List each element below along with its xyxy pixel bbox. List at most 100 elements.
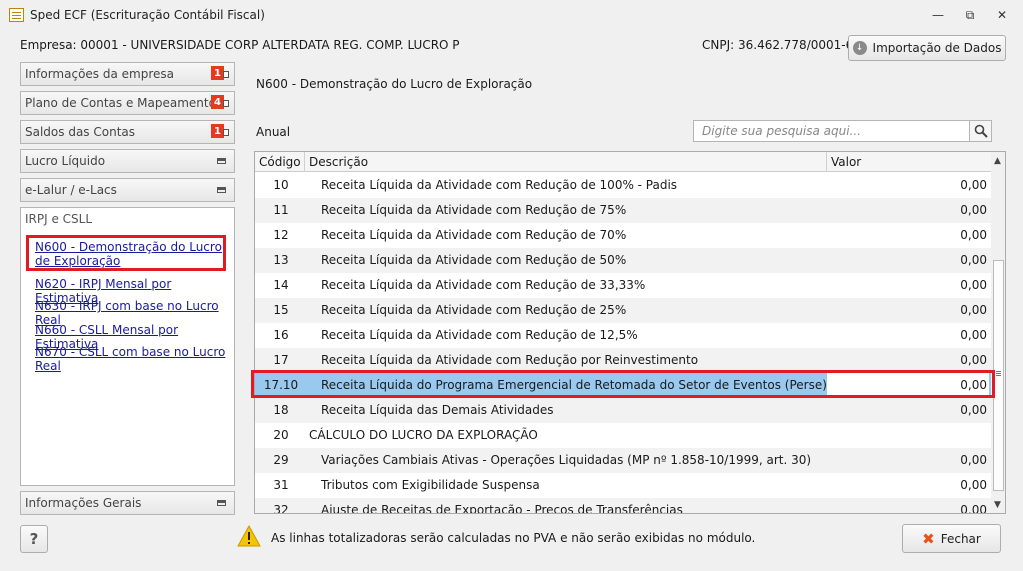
close-icon[interactable]: ✕ xyxy=(991,6,1013,24)
table-row[interactable]: 18 Receita Líquida das Demais Atividades 0… xyxy=(255,398,991,423)
cell-code: 32 xyxy=(273,503,289,514)
table-row[interactable]: 29 Variações Cambiais Ativas - Operações … xyxy=(255,448,991,473)
period-label: Anual xyxy=(256,125,291,139)
table-row[interactable]: 31 Tributos com Exigibilidade Suspensa 0,0… xyxy=(255,473,991,498)
help-button[interactable]: ? xyxy=(20,525,48,553)
close-label: Fechar xyxy=(940,531,981,546)
restore-icon[interactable]: ⧉ xyxy=(959,6,981,24)
cell-code: 29 xyxy=(273,453,289,467)
table-row[interactable]: 16 Receita Líquida da Atividade com Reduç… xyxy=(255,323,991,348)
collapse-icon xyxy=(217,158,226,164)
close-button[interactable]: ✖ Fechar xyxy=(902,524,1001,553)
expand-icon xyxy=(223,100,229,107)
cell-value[interactable]: 0,00 xyxy=(827,323,989,348)
section-title: N600 - Demonstração do Lucro de Exploraç… xyxy=(256,77,533,91)
search-input[interactable]: Digite sua pesquisa aqui... xyxy=(693,120,970,142)
panel-title: IRPJ e CSLL xyxy=(25,212,93,226)
table-row[interactable]: 13 Receita Líquida da Atividade com Reduç… xyxy=(255,248,991,273)
table-row[interactable]: 15 Receita Líquida da Atividade com Reduç… xyxy=(255,298,991,323)
cell-desc: Receita Líquida da Atividade com Redução… xyxy=(321,328,638,342)
cell-code: 13 xyxy=(273,253,289,267)
scroll-up-icon[interactable]: ▲ xyxy=(994,156,1001,166)
table-row[interactable]: 20 CÁLCULO DO LUCRO DA EXPLORAÇÃO xyxy=(255,423,991,448)
table-row[interactable]: 11 Receita Líquida da Atividade com Reduç… xyxy=(255,198,991,223)
scroll-down-icon[interactable]: ▼ xyxy=(994,500,1001,510)
window-title: Sped ECF (Escrituração Contábil Fiscal) xyxy=(30,8,265,22)
expand-icon xyxy=(223,71,229,78)
cell-code: 20 xyxy=(273,428,289,442)
title-bar: Sped ECF (Escrituração Contábil Fiscal) … xyxy=(0,0,1023,30)
import-data-label: Importação de Dados xyxy=(872,41,1002,55)
cell-desc: Variações Cambiais Ativas - Operações Li… xyxy=(321,453,812,467)
cell-value[interactable]: 0,00 xyxy=(827,298,989,323)
cell-desc: Receita Líquida da Atividade com Redução… xyxy=(321,278,646,292)
sidebar-item-label: Informações da empresa xyxy=(25,67,174,81)
sidebar-item-label: Informações Gerais xyxy=(25,496,142,510)
cell-value[interactable]: 0,00 xyxy=(827,473,989,498)
cell-desc: Receita Líquida da Atividade com Redução… xyxy=(321,253,627,267)
cell-code: 15 xyxy=(273,303,289,317)
warning-icon xyxy=(237,525,261,547)
close-x-icon: ✖ xyxy=(922,529,935,548)
cell-value[interactable]: 0,00 xyxy=(827,198,989,223)
sidebar-item-elalur[interactable]: e-Lalur / e-Lacs xyxy=(20,178,235,202)
import-data-button[interactable]: ↓ Importação de Dados xyxy=(848,35,1006,61)
highlight-box xyxy=(26,235,226,271)
cell-desc: Ajuste de Receitas de Exportação - Preço… xyxy=(321,503,683,514)
sidebar-item-label: Plano de Contas e Mapeamento xyxy=(25,96,216,110)
cell-value[interactable]: 0,00 xyxy=(827,398,989,423)
data-grid: Código Descrição Valor 10 Receita Líquida… xyxy=(254,151,1006,514)
cell-value[interactable]: 0,00 xyxy=(827,273,989,298)
collapse-icon xyxy=(217,187,226,193)
cell-desc: Tributos com Exigibilidade Suspensa xyxy=(321,478,540,492)
cell-desc: CÁLCULO DO LUCRO DA EXPLORAÇÃO xyxy=(309,428,538,442)
sidebar-item-lucro-liquido[interactable]: Lucro Líquido xyxy=(20,149,235,173)
cell-value[interactable]: 0,00 xyxy=(827,498,989,513)
cell-value[interactable]: 0,00 xyxy=(827,173,989,198)
cell-desc: Receita Líquida da Atividade com Redução… xyxy=(321,203,627,217)
col-value[interactable]: Valor xyxy=(827,152,991,172)
collapse-icon xyxy=(217,500,226,506)
grid-header: Código Descrição Valor xyxy=(255,152,991,172)
cell-code: 31 xyxy=(273,478,289,492)
cell-code: 10 xyxy=(273,178,289,192)
cnpj-label: CNPJ: 36.462.778/0001-60 xyxy=(702,38,861,52)
cell-value[interactable] xyxy=(827,423,989,448)
cell-code: 18 xyxy=(273,403,289,417)
cell-code: 16 xyxy=(273,328,289,342)
warning-text: As linhas totalizadoras serão calculadas… xyxy=(271,531,756,545)
sidebar-item-label: Lucro Líquido xyxy=(25,154,106,168)
table-row[interactable]: 10 Receita Líquida da Atividade com Reduç… xyxy=(255,173,991,198)
download-icon: ↓ xyxy=(852,41,867,55)
search-icon xyxy=(974,124,988,138)
sidebar-item-label: Saldos das Contas xyxy=(25,125,136,139)
app-icon xyxy=(9,8,24,22)
cell-code: 12 xyxy=(273,228,289,242)
cell-code: 14 xyxy=(273,278,289,292)
col-desc[interactable]: Descrição xyxy=(305,152,827,172)
sidebar-item-informacoes-empresa[interactable]: Informações da empresa 1 xyxy=(20,62,235,86)
minimize-icon[interactable]: — xyxy=(927,6,949,24)
link-n670[interactable]: N670 - CSLL com base no Lucro Real xyxy=(35,345,234,373)
sidebar-item-saldos-contas[interactable]: Saldos das Contas 1 xyxy=(20,120,235,144)
cell-desc: Receita Líquida da Atividade com Redução… xyxy=(321,228,627,242)
sidebar-item-label: e-Lalur / e-Lacs xyxy=(25,183,117,197)
col-code[interactable]: Código xyxy=(255,152,305,172)
table-row[interactable]: 32 Ajuste de Receitas de Exportação - Pre… xyxy=(255,498,991,514)
sidebar-item-plano-contas[interactable]: Plano de Contas e Mapeamento 4 xyxy=(20,91,235,115)
row-highlight-box xyxy=(251,370,995,398)
help-label: ? xyxy=(29,530,39,548)
cell-value[interactable]: 0,00 xyxy=(827,223,989,248)
empresa-label: Empresa: 00001 - UNIVERSIDADE CORP ALTER… xyxy=(20,38,460,52)
table-row[interactable]: 14 Receita Líquida da Atividade com Reduç… xyxy=(255,273,991,298)
sidebar-item-informacoes-gerais[interactable]: Informações Gerais xyxy=(20,491,235,515)
vertical-scrollbar[interactable]: ▲ ▼ xyxy=(991,152,1005,513)
cell-code: 11 xyxy=(273,203,289,217)
search-button[interactable] xyxy=(969,120,992,142)
expand-icon xyxy=(223,129,229,136)
cell-desc: Receita Líquida das Demais Atividades xyxy=(321,403,554,417)
table-row[interactable]: 12 Receita Líquida da Atividade com Reduç… xyxy=(255,223,991,248)
cell-value[interactable]: 0,00 xyxy=(827,248,989,273)
cell-desc: Receita Líquida da Atividade com Redução… xyxy=(321,303,627,317)
cell-value[interactable]: 0,00 xyxy=(827,448,989,473)
